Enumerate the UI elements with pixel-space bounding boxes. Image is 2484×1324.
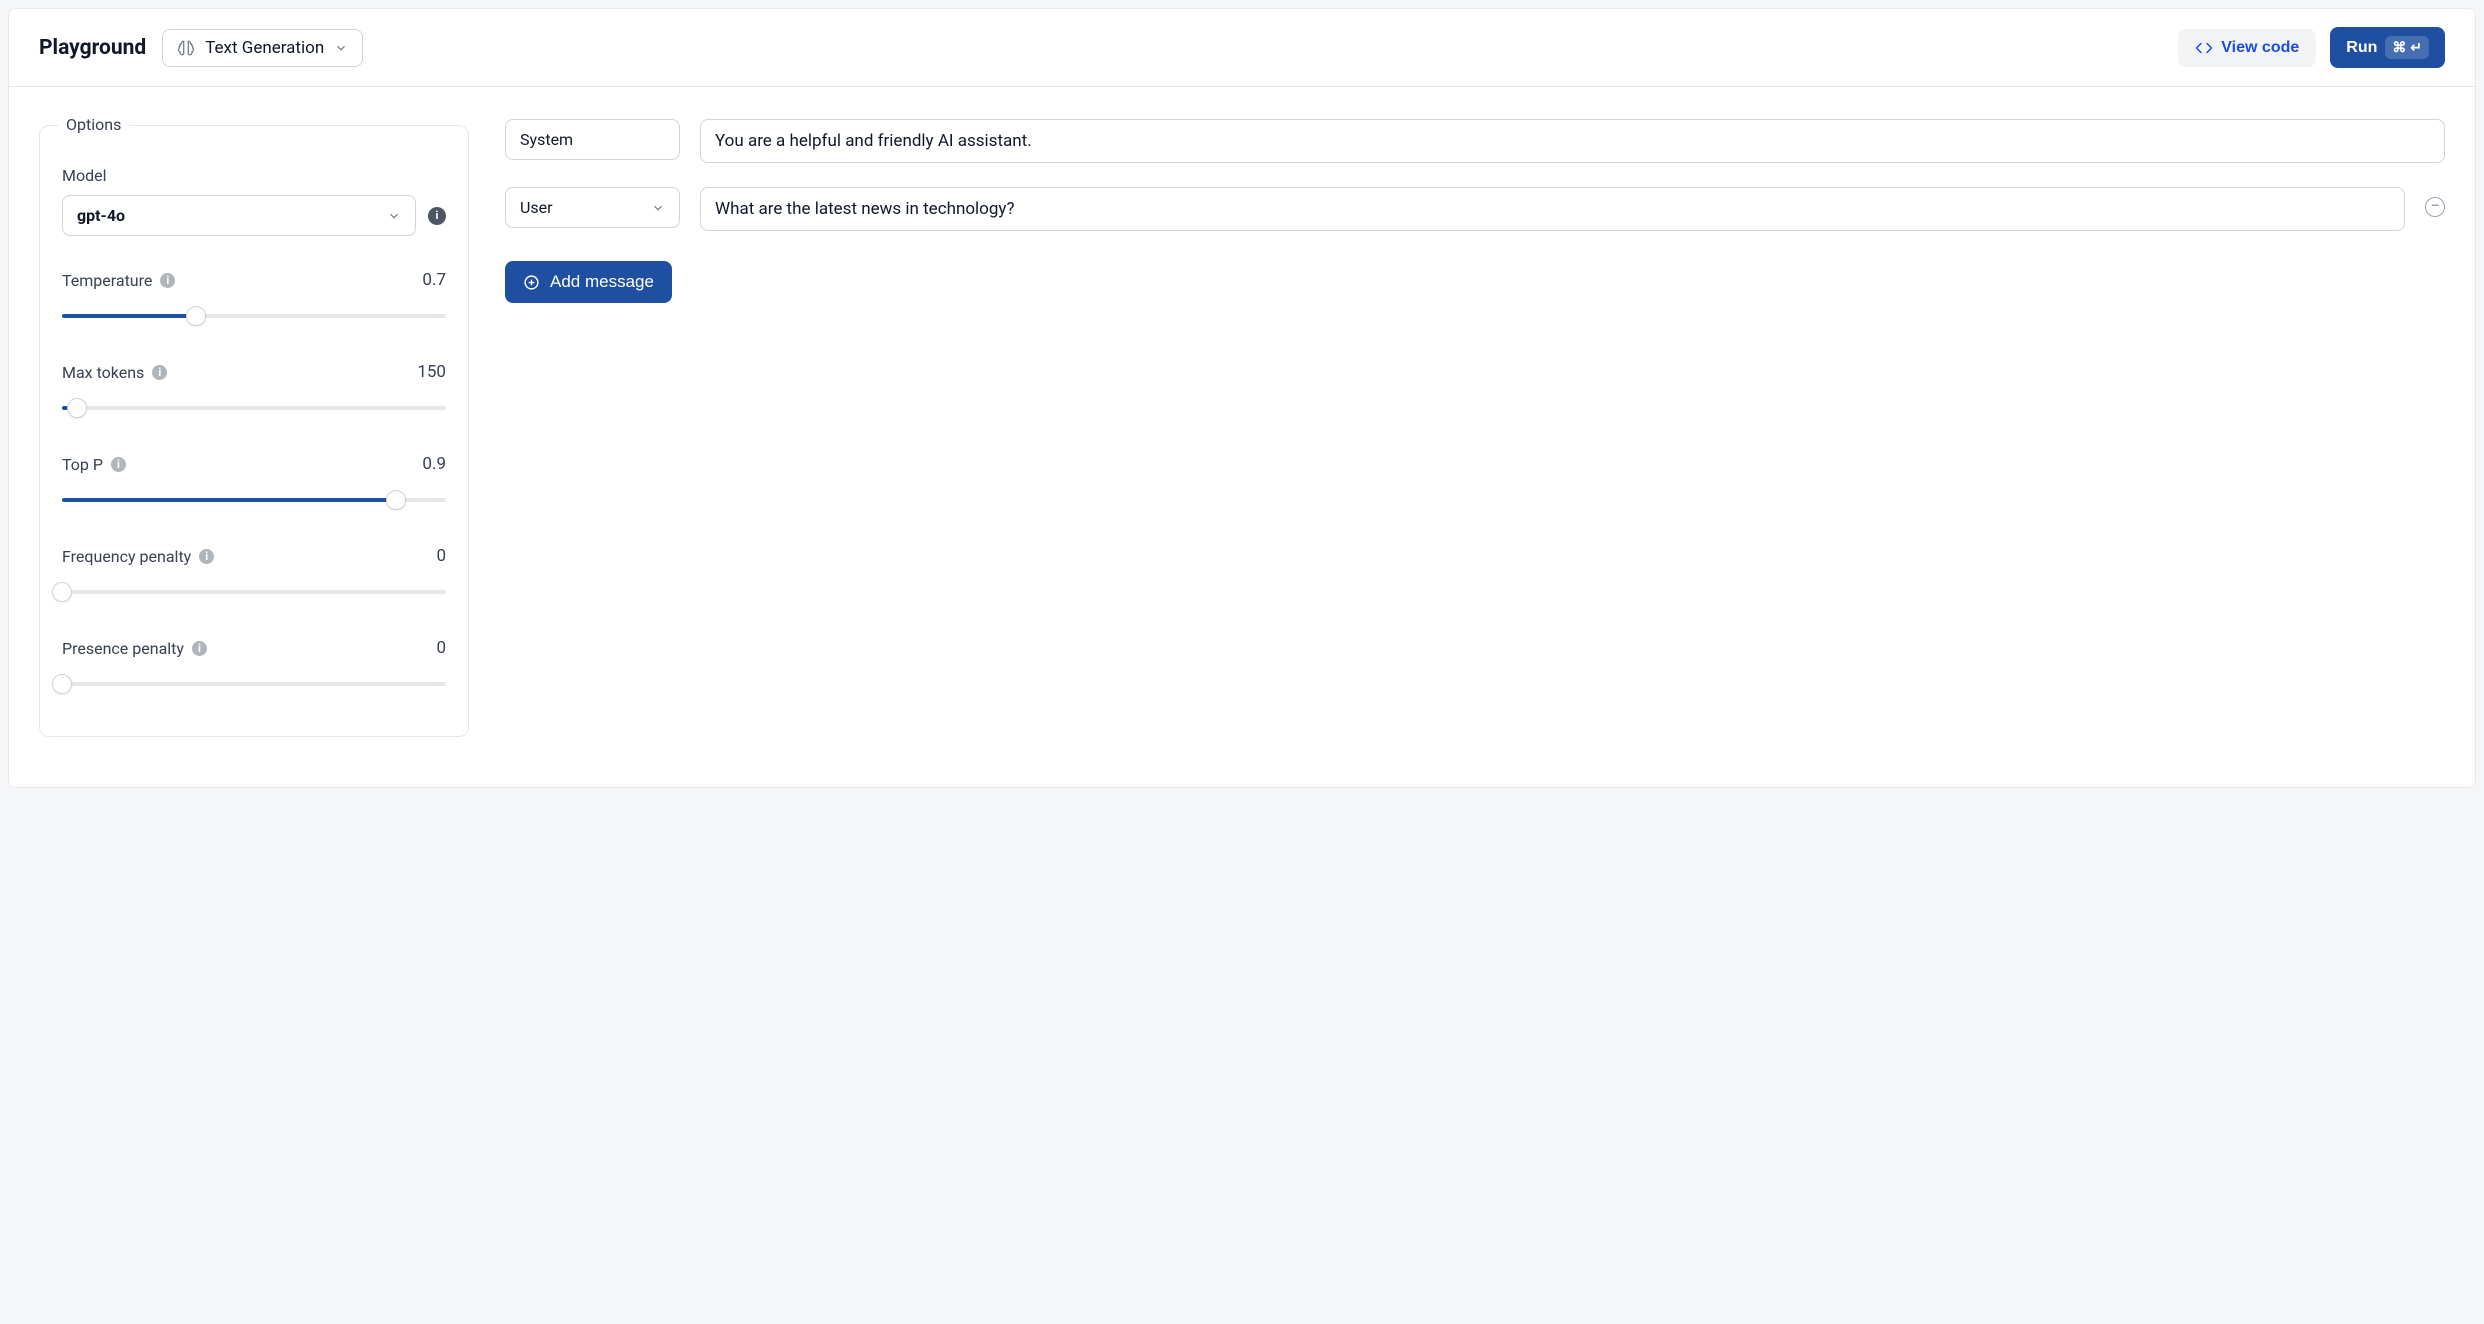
- slider-label: Frequency penalty: [62, 547, 191, 566]
- slider-max-tokens: Max tokens i 150: [62, 362, 446, 420]
- slider-value: 0.7: [422, 270, 446, 290]
- remove-message-button[interactable]: −: [2425, 197, 2445, 217]
- options-panel: Options Model gpt-4o i Temperature i: [39, 125, 469, 737]
- chevron-down-icon: [387, 209, 401, 223]
- slider-value: 0: [436, 546, 446, 566]
- mode-label: Text Generation: [205, 38, 324, 58]
- run-button[interactable]: Run ⌘ ↵: [2330, 27, 2445, 68]
- view-code-label: View code: [2221, 39, 2299, 57]
- topbar: Playground Text Generation: [9, 9, 2475, 87]
- slider-track-max-tokens[interactable]: [62, 396, 446, 420]
- view-code-button[interactable]: View code: [2178, 29, 2316, 67]
- slider-frequency-penalty: Frequency penalty i 0: [62, 546, 446, 604]
- options-legend: Options: [58, 115, 129, 134]
- info-icon[interactable]: i: [192, 641, 207, 656]
- code-icon: [2195, 39, 2213, 57]
- slider-label: Temperature: [62, 271, 152, 290]
- slider-top-p: Top P i 0.9: [62, 454, 446, 512]
- brain-icon: [177, 39, 195, 57]
- add-message-button[interactable]: Add message: [505, 261, 672, 303]
- info-icon[interactable]: i: [160, 273, 175, 288]
- chevron-down-icon: [334, 41, 348, 55]
- user-role-label: User: [520, 198, 553, 217]
- content: Options Model gpt-4o i Temperature i: [9, 87, 2475, 777]
- slider-presence-penalty: Presence penalty i 0: [62, 638, 446, 696]
- slider-value: 150: [417, 362, 446, 382]
- chevron-down-icon: [651, 201, 665, 215]
- slider-label: Presence penalty: [62, 639, 184, 658]
- slider-track-presence-penalty[interactable]: [62, 672, 446, 696]
- plus-circle-icon: [523, 274, 540, 291]
- info-icon[interactable]: i: [152, 365, 167, 380]
- mode-dropdown[interactable]: Text Generation: [162, 29, 363, 67]
- user-message-row: User −: [505, 187, 2445, 231]
- model-dropdown[interactable]: gpt-4o: [62, 195, 416, 236]
- model-field-label: Model: [62, 166, 446, 185]
- minus-icon: −: [2431, 198, 2440, 214]
- playground-page: Playground Text Generation: [8, 8, 2476, 788]
- slider-label: Top P: [62, 455, 103, 474]
- user-message-input[interactable]: [700, 187, 2405, 231]
- slider-value: 0: [436, 638, 446, 658]
- system-message-row: System: [505, 119, 2445, 163]
- slider-temperature: Temperature i 0.7: [62, 270, 446, 328]
- run-shortcut-badge: ⌘ ↵: [2385, 36, 2429, 59]
- model-info-icon[interactable]: i: [428, 207, 446, 225]
- system-role-box: System: [505, 119, 680, 160]
- info-icon[interactable]: i: [111, 457, 126, 472]
- page-title: Playground: [39, 36, 146, 60]
- model-row: gpt-4o i: [62, 195, 446, 236]
- system-role-label: System: [520, 130, 573, 149]
- system-message-input[interactable]: [700, 119, 2445, 163]
- topbar-left: Playground Text Generation: [39, 29, 363, 67]
- slider-track-temperature[interactable]: [62, 304, 446, 328]
- slider-label: Max tokens: [62, 363, 144, 382]
- model-value: gpt-4o: [77, 206, 125, 225]
- topbar-right: View code Run ⌘ ↵: [2178, 27, 2445, 68]
- run-label: Run: [2346, 39, 2377, 57]
- messages-column: System User −: [505, 115, 2445, 303]
- slider-track-frequency-penalty[interactable]: [62, 580, 446, 604]
- info-icon[interactable]: i: [199, 549, 214, 564]
- user-role-dropdown[interactable]: User: [505, 187, 680, 228]
- slider-value: 0.9: [422, 454, 446, 474]
- add-message-label: Add message: [550, 272, 654, 292]
- slider-track-top-p[interactable]: [62, 488, 446, 512]
